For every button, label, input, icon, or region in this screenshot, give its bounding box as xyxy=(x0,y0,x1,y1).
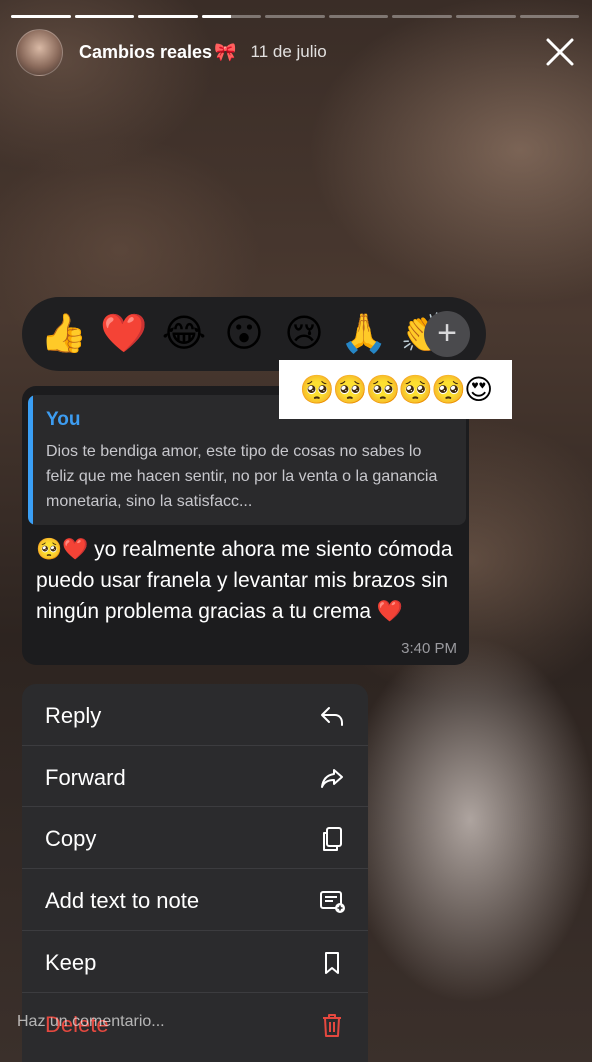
menu-item-reply[interactable]: Reply xyxy=(22,684,368,745)
username[interactable]: Cambios reales xyxy=(79,42,212,63)
reaction-heart[interactable]: ❤️ xyxy=(94,297,154,371)
reaction-wow[interactable]: 😮 xyxy=(214,297,274,371)
story-date: 11 de julio xyxy=(250,42,327,61)
message-bubble[interactable]: You Dios te bendiga amor, este tipo de c… xyxy=(22,386,469,665)
progress-segment xyxy=(455,15,516,18)
trash-icon xyxy=(323,1014,341,1037)
note-add-icon xyxy=(320,891,345,913)
context-menu: Reply Forward Copy Add text to note Keep xyxy=(22,684,368,1062)
forward-icon xyxy=(321,769,343,788)
more-reactions-icon[interactable]: + xyxy=(424,311,470,357)
menu-item-label: Add text to note xyxy=(45,888,200,913)
close-icon[interactable] xyxy=(544,36,576,68)
menu-item-add-note[interactable]: Add text to note xyxy=(22,868,368,930)
reply-icon xyxy=(321,707,343,726)
progress-segment xyxy=(201,15,262,18)
progress-segment xyxy=(11,15,71,18)
story-header: Cambios reales 🎀 11 de julio xyxy=(16,28,576,76)
progress-segment xyxy=(138,15,198,18)
story-progress xyxy=(11,15,580,18)
emoji-sticker: 🥺🥺🥺🥺🥺😍 xyxy=(279,360,512,419)
menu-item-label: Copy xyxy=(45,826,97,851)
comment-input[interactable]: Haz un comentario... xyxy=(17,1013,165,1031)
progress-segment xyxy=(265,15,325,18)
bookmark-icon xyxy=(325,952,339,974)
reaction-thumbs-up[interactable]: 👍 xyxy=(34,297,94,371)
progress-segment xyxy=(392,15,452,18)
menu-item-label: Keep xyxy=(45,950,97,975)
message-text: 🥺❤️ yo realmente ahora me siento cómoda … xyxy=(36,538,453,623)
avatar[interactable] xyxy=(16,28,63,76)
menu-item-forward[interactable]: Forward xyxy=(22,745,368,807)
quote-author: You xyxy=(46,409,81,430)
quote-accent-bar xyxy=(28,395,33,525)
menu-item-keep[interactable]: Keep xyxy=(22,930,368,992)
menu-item-copy[interactable]: Copy xyxy=(22,806,368,868)
progress-segment xyxy=(328,15,389,18)
copy-icon xyxy=(323,827,342,851)
message-time: 3:40 PM xyxy=(401,640,457,657)
progress-segment xyxy=(74,15,135,18)
menu-item-label: Forward xyxy=(45,765,126,790)
reaction-laugh[interactable]: 😂 xyxy=(154,297,214,371)
quote-text: Dios te bendiga amor, este tipo de cosas… xyxy=(46,443,438,510)
username-emoji: 🎀 xyxy=(214,41,237,62)
progress-segment xyxy=(519,15,580,18)
menu-item-label: Reply xyxy=(45,703,102,728)
